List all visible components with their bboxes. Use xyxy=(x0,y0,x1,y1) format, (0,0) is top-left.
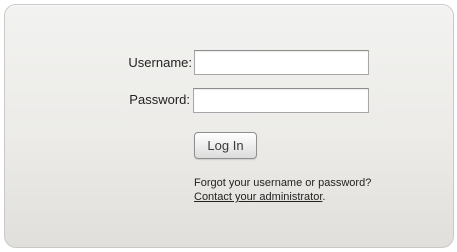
contact-line: Contact your administrator. xyxy=(194,190,371,204)
username-label: Username: xyxy=(128,55,192,70)
forgot-credentials-text: Forgot your username or password? xyxy=(194,177,372,189)
contact-suffix: . xyxy=(322,191,326,203)
login-panel: Username: Password: Log In Forgot your u… xyxy=(4,4,454,248)
contact-administrator-link[interactable]: Contact your administrator xyxy=(194,191,322,203)
password-label: Password: xyxy=(129,92,190,107)
password-input[interactable] xyxy=(193,88,369,113)
username-input[interactable] xyxy=(194,50,369,75)
login-button[interactable]: Log In xyxy=(194,132,257,159)
help-text: Forgot your username or password? Contac… xyxy=(194,176,371,204)
